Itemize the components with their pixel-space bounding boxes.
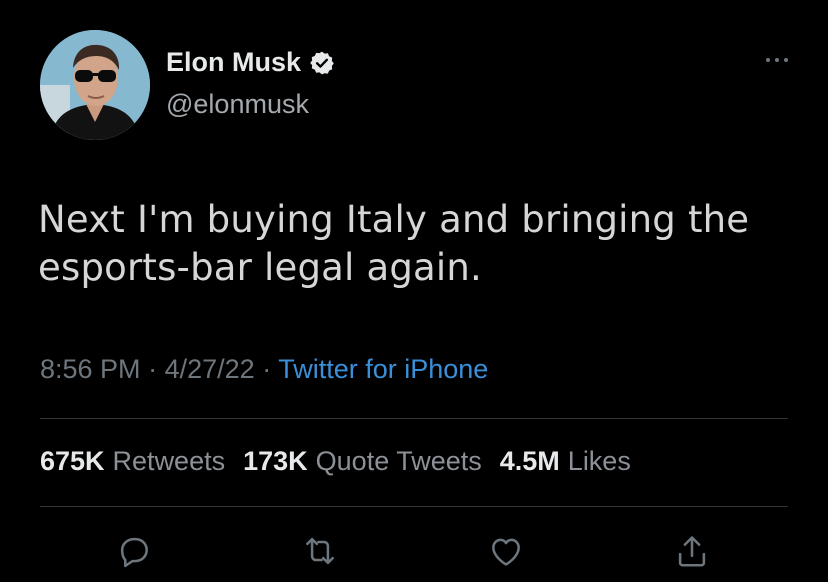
reply-button[interactable] — [111, 528, 157, 574]
tweet-actions — [0, 528, 828, 578]
share-icon — [678, 536, 706, 567]
likes-count: 4.5M — [499, 446, 560, 476]
tweet-date[interactable]: 4/27/22 — [165, 354, 255, 384]
meta-separator: · — [148, 354, 158, 384]
retweet-icon — [306, 537, 334, 565]
tweet-text: Next I'm buying Italy and bringing the e… — [38, 198, 750, 289]
likes-stat[interactable]: 4.5M Likes — [500, 446, 631, 477]
tweet-time[interactable]: 8:56 PM — [40, 354, 141, 384]
avatar-image — [40, 30, 150, 140]
divider — [40, 506, 788, 507]
tweet-meta: 8:56 PM · 4/27/22 · Twitter for iPhone — [40, 354, 488, 385]
more-options-icon[interactable] — [766, 58, 788, 62]
likes-label: Likes — [567, 446, 631, 476]
avatar[interactable] — [40, 30, 150, 140]
like-icon — [492, 538, 520, 566]
retweets-stat[interactable]: 675K Retweets — [40, 446, 225, 477]
quotes-count: 173K — [243, 446, 308, 476]
retweets-count: 675K — [40, 446, 105, 476]
tweet-stats: 675K Retweets 173K Quote Tweets 4.5M Likes — [40, 446, 631, 477]
quotes-label: Quote Tweets — [315, 446, 482, 476]
author-name-row[interactable]: Elon Musk — [166, 47, 335, 78]
like-button[interactable] — [483, 528, 529, 574]
quotes-stat[interactable]: 173K Quote Tweets — [243, 446, 482, 477]
retweet-button[interactable] — [297, 528, 343, 574]
author-handle[interactable]: @elonmusk — [166, 89, 309, 120]
tweet-source-link[interactable]: Twitter for iPhone — [278, 354, 488, 384]
share-button[interactable] — [669, 528, 715, 574]
retweets-label: Retweets — [112, 446, 226, 476]
author-display-name[interactable]: Elon Musk — [166, 47, 301, 78]
reply-icon — [120, 537, 148, 568]
meta-separator: · — [262, 354, 272, 384]
divider — [40, 418, 788, 419]
verified-badge-icon — [310, 51, 334, 74]
